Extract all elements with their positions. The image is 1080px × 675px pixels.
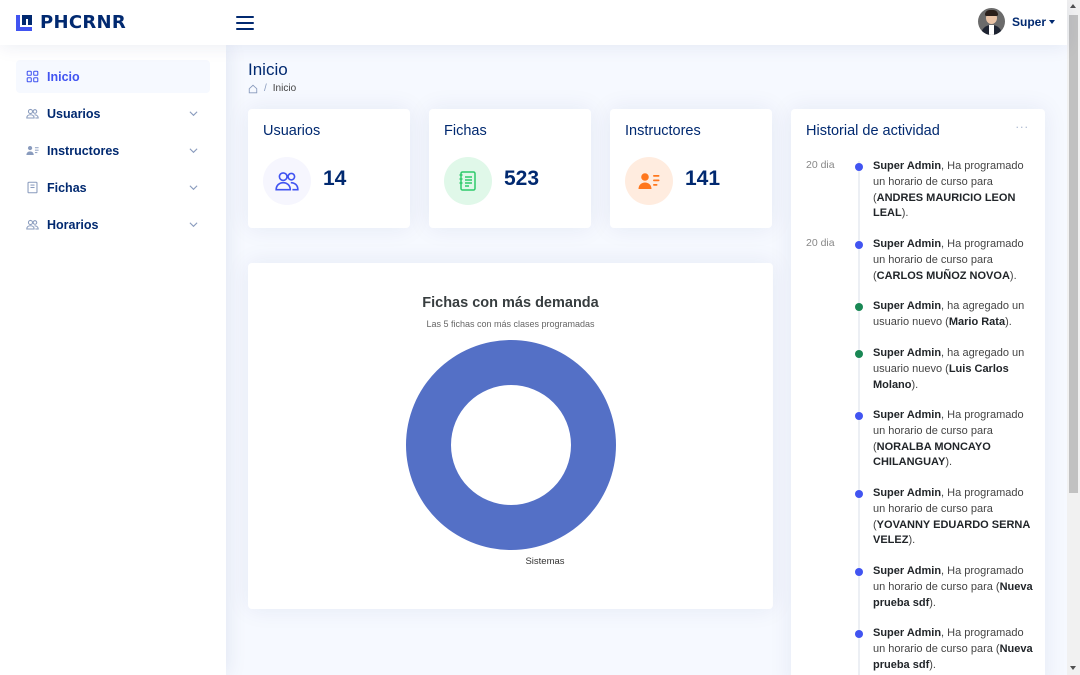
logo[interactable]: PHCRNR: [14, 12, 230, 33]
timeline-dot: [855, 412, 863, 420]
activity-text: Super Admin, ha agregado un usuario nuev…: [873, 299, 1033, 331]
grid-icon: [26, 70, 39, 83]
scroll-up-arrow-icon[interactable]: [1070, 4, 1076, 8]
house-icon[interactable]: [248, 84, 258, 94]
sidebar-item-inicio[interactable]: Inicio: [16, 60, 210, 93]
slice-label: Sistemas: [525, 556, 564, 567]
activity-actor: Super Admin: [873, 487, 942, 499]
activity-actor: Super Admin: [873, 627, 942, 639]
timeline-dot: [855, 350, 863, 358]
scrollbar[interactable]: [1067, 0, 1080, 675]
activity-actor: Super Admin: [873, 347, 942, 359]
person-lines-icon: [26, 144, 39, 157]
page-title: Inicio: [248, 60, 288, 79]
timeline-dot: [855, 241, 863, 249]
timeline-dot: [855, 303, 863, 311]
activity-target: NORALBA MONCAYO CHILANGUAY: [873, 440, 991, 469]
activity-end: ).: [929, 658, 936, 671]
scroll-thumb[interactable]: [1069, 15, 1078, 493]
journal-icon: [26, 181, 39, 194]
person-lines-icon: [625, 157, 673, 205]
sidebar-item-label: Horarios: [47, 217, 99, 232]
activity-card: Historial de actividad ··· 20 dia Super A…: [791, 109, 1045, 675]
activity-actor: Super Admin: [873, 300, 942, 312]
activity-end: ).: [945, 456, 953, 469]
activity-end: ).: [929, 596, 936, 609]
activity-text: Super Admin, Ha programado un horario de…: [873, 564, 1033, 611]
timeline-dot: [855, 163, 863, 171]
header: PHCRNR Super: [0, 0, 1067, 45]
chevron-down-icon: [189, 148, 198, 154]
sidebar-item-instructores[interactable]: Instructores: [16, 134, 210, 167]
avatar: [977, 8, 1005, 35]
stat-card-title: Usuarios: [263, 123, 321, 139]
activity-actor: Super Admin: [873, 565, 942, 577]
activity-actor: Super Admin: [873, 160, 942, 172]
sidebar-item-label: Instructores: [47, 143, 120, 158]
sidebar-item-fichas[interactable]: Fichas: [16, 171, 210, 204]
chart-card: Fichas con más demanda Las 5 fichas con …: [248, 263, 773, 609]
people-icon: [263, 157, 311, 205]
activity-end: ).: [1009, 269, 1017, 282]
scroll-down-arrow-icon[interactable]: [1070, 666, 1076, 670]
more-options-icon[interactable]: ···: [1016, 121, 1030, 134]
stat-card-fichas: Fichas 523: [429, 109, 591, 228]
logo-text: PHCRNR: [40, 12, 127, 33]
breadcrumb-separator: /: [264, 83, 267, 94]
donut-chart: Sistemas: [406, 340, 616, 567]
activity-end: ).: [911, 378, 919, 391]
activity-target: ANDRES MAURICIO LEON LEAL: [873, 191, 1016, 220]
activity-text: Super Admin, Ha programado un horario de…: [873, 486, 1033, 549]
chevron-down-icon: [189, 111, 198, 117]
sidebar: Inicio Usuarios Instructores Fichas Hora…: [0, 45, 226, 675]
caret-down-icon: [1049, 19, 1055, 24]
people-icon: [26, 107, 39, 120]
activity-actor: Super Admin: [873, 409, 942, 421]
activity-end: ).: [908, 534, 916, 547]
activity-end: ).: [1005, 315, 1012, 328]
activity-time: 20 dia: [806, 237, 835, 249]
activity-time: 20 dia: [806, 159, 835, 171]
activity-text: Super Admin, Ha programado un horario de…: [873, 237, 1033, 284]
activity-text: Super Admin, Ha programado un horario de…: [873, 626, 1033, 673]
sidebar-item-horarios[interactable]: Horarios: [16, 208, 210, 241]
timeline-dot: [855, 568, 863, 576]
stat-value: 523: [504, 167, 540, 190]
activity-title: Historial de actividad: [806, 123, 940, 139]
activity-target: CARLOS MUÑOZ NOVOA: [876, 269, 1010, 282]
profile-dropdown[interactable]: Super: [977, 8, 1055, 35]
sidebar-item-usuarios[interactable]: Usuarios: [16, 97, 210, 130]
donut-slice[interactable]: [406, 340, 616, 550]
profile-name: Super: [1011, 14, 1046, 29]
activity-text: Super Admin, Ha programado un horario de…: [873, 408, 1033, 471]
breadcrumb: / Inicio: [248, 83, 296, 94]
stat-card-usuarios: Usuarios 14: [248, 109, 410, 228]
sidebar-item-label: Fichas: [47, 180, 87, 195]
stat-card-title: Instructores: [625, 123, 701, 139]
breadcrumb-current: Inicio: [272, 83, 297, 94]
chevron-down-icon: [189, 222, 198, 228]
activity-text: Super Admin, ha agregado un usuario nuev…: [873, 346, 1033, 393]
stat-card-instructores: Instructores 141: [610, 109, 772, 228]
activity-end: ).: [901, 207, 909, 220]
sidebar-item-label: Inicio: [47, 69, 80, 84]
timeline-dot: [855, 490, 863, 498]
menu-toggle-icon[interactable]: [236, 15, 254, 30]
logo-icon: [16, 14, 32, 31]
activity-target: YOVANNY EDUARDO SERNA VELEZ: [873, 518, 1030, 547]
people-icon: [26, 218, 39, 231]
timeline-dot: [855, 630, 863, 638]
activity-target: Mario Rata: [948, 315, 1006, 328]
stat-value: 14: [323, 167, 347, 190]
activity-actor: Super Admin: [873, 238, 942, 250]
activity-text: Super Admin, Ha programado un horario de…: [873, 159, 1033, 222]
stat-value: 141: [685, 167, 721, 190]
journal-text-icon: [444, 157, 492, 205]
chevron-down-icon: [189, 185, 198, 191]
sidebar-item-label: Usuarios: [47, 106, 101, 121]
stat-card-title: Fichas: [444, 123, 487, 139]
